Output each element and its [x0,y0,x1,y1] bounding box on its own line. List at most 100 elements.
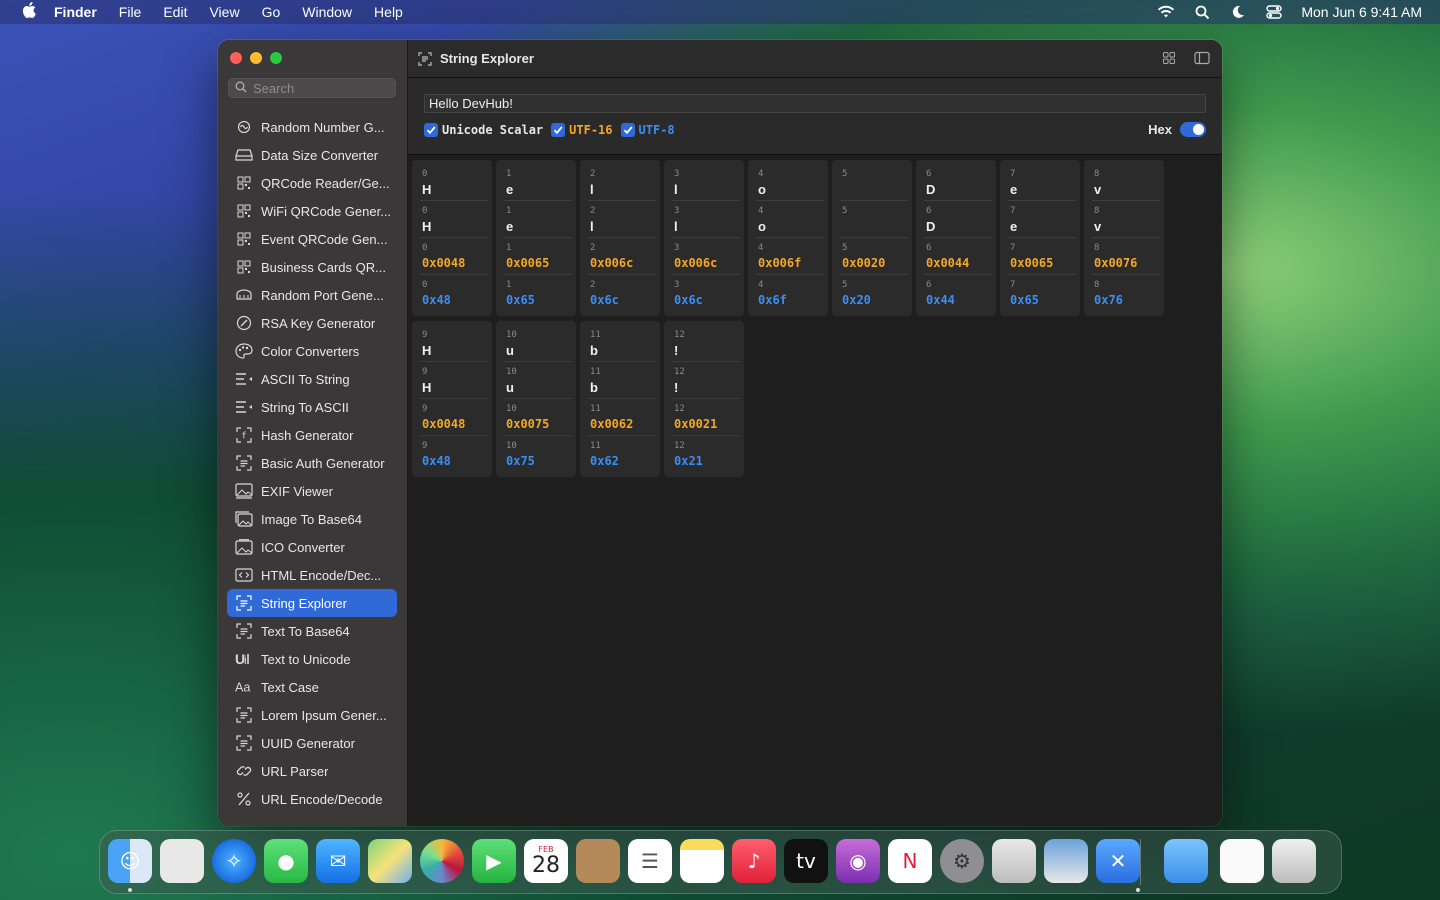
contacts-icon[interactable] [576,839,620,883]
grid-view-icon[interactable] [1162,51,1176,70]
sidebar-item[interactable]: f Hash Generator [227,421,397,449]
row-divider [420,274,488,275]
reminders-icon[interactable]: ☰ [628,839,672,883]
settings-icon[interactable]: ⚙ [940,839,984,883]
menu-app-name[interactable]: Finder [54,4,97,20]
qrcode-icon [235,258,253,276]
sidebar-item[interactable]: Event QRCode Gen... [227,225,397,253]
string-input[interactable] [424,94,1206,113]
zoom-window-button[interactable] [270,52,282,64]
messages-icon[interactable]: ● [264,839,308,883]
notes-icon[interactable] [680,839,724,883]
tv-icon[interactable]: tv [784,839,828,883]
menu-window[interactable]: Window [302,4,352,20]
sidebar-item[interactable]: Business Cards QR... [227,253,397,281]
menu-go[interactable]: Go [262,4,281,20]
char-value: 0x0044 [926,256,970,270]
sidebar-item[interactable]: WiFi QRCode Gener... [227,197,397,225]
hex-toggle[interactable]: Hex [1148,122,1206,137]
char-index: 12 [674,367,685,377]
sidebar-item[interactable]: Image To Base64 [227,505,397,533]
row-divider [672,398,740,399]
unicode-scalar-checkbox[interactable] [424,123,438,137]
char-card: 0 H 0 H 0 0x0048 0 0x48 [412,160,492,316]
spotlight-search-icon[interactable] [1193,4,1211,20]
char-index: 2 [590,206,596,216]
sidebar-item[interactable]: Lorem Ipsum Gener... [227,701,397,729]
wifi-icon[interactable] [1157,4,1175,20]
menu-edit[interactable]: Edit [163,4,187,20]
char-row-u16: 5 [838,203,908,240]
sidebar-item[interactable]: UUID Generator [227,729,397,757]
row-divider [504,200,572,201]
char-value: 0x0075 [506,417,550,431]
menu-file[interactable]: File [119,4,142,20]
char-index: 7 [1010,243,1016,253]
sidebar-item[interactable]: ICO Converter [227,533,397,561]
sidebar-item-label: Business Cards QR... [261,259,386,275]
char-value: 0x0048 [422,417,466,431]
script-editor-icon[interactable] [992,839,1036,883]
text-viewfinder-icon [235,622,253,640]
focus-moon-icon[interactable] [1229,4,1247,20]
document-icon[interactable] [1220,839,1264,883]
sidebar-item[interactable]: URL Encode/Decode [227,785,397,813]
devhub-icon[interactable]: ✕ [1096,839,1140,883]
char-value: 0x006f [758,256,802,270]
sidebar-item[interactable]: RSA Key Generator [227,309,397,337]
finder-icon[interactable]: ☺ [108,839,152,883]
svg-text:f: f [241,432,246,442]
char-index: 0 [422,169,428,179]
preview-icon[interactable] [1044,839,1088,883]
safari-icon[interactable]: ✧ [212,839,256,883]
sidebar-item[interactable]: Random Port Gene... [227,281,397,309]
sidebar-item[interactable]: Ui Text to Unicode [227,645,397,673]
trash-icon[interactable] [1272,839,1316,883]
podcasts-icon[interactable]: ◉ [836,839,880,883]
char-card: 11 b 11 b 11 0x0062 11 0x62 [580,321,660,477]
menu-help[interactable]: Help [374,4,403,20]
apple-menu-icon[interactable] [18,1,40,23]
utf16-option[interactable]: UTF-16 [551,123,613,137]
sidebar-item[interactable]: Text To Base64 [227,617,397,645]
menubar-clock[interactable]: Mon Jun 6 9:41 AM [1301,4,1422,20]
search-input[interactable] [253,80,393,96]
close-window-button[interactable] [230,52,242,64]
utf16-checkbox[interactable] [551,123,566,137]
sidebar-item[interactable]: Data Size Converter [227,141,397,169]
sidebar-item[interactable]: Color Converters [227,337,397,365]
maps-icon[interactable] [368,839,412,883]
char-value: 0x65 [1010,293,1039,307]
sidebar-item[interactable]: ASCII To String [227,365,397,393]
sidebar-item[interactable]: URL Parser [227,757,397,785]
menu-view[interactable]: View [209,4,239,20]
char-index: 10 [506,367,517,377]
launchpad-icon[interactable] [160,839,204,883]
unicode-scalar-option[interactable]: Unicode Scalar [424,123,543,137]
control-center-icon[interactable] [1265,4,1283,20]
music-icon[interactable]: ♪ [732,839,776,883]
sidebar-item[interactable]: String Explorer [227,589,397,617]
calendar-icon[interactable]: FEB 28 [524,839,568,883]
utf8-checkbox[interactable] [620,123,635,137]
sidebar-item[interactable]: EXIF Viewer [227,477,397,505]
sidebar-toggle-icon[interactable] [1194,51,1210,70]
facetime-icon[interactable]: ▶ [472,839,516,883]
sidebar-item[interactable]: HTML Encode/Dec... [227,561,397,589]
mail-icon[interactable]: ✉ [316,839,360,883]
sidebar-item[interactable]: QRCode Reader/Ge... [227,169,397,197]
sidebar-item[interactable]: Basic Auth Generator [227,449,397,477]
minimize-window-button[interactable] [250,52,262,64]
news-icon[interactable]: N [888,839,932,883]
sidebar-item[interactable]: Aa Text Case [227,673,397,701]
char-value: l [590,182,594,197]
char-index: 1 [506,206,512,216]
sidebar-item[interactable]: Random Number G... [227,113,397,141]
utf8-option[interactable]: UTF-8 [620,123,675,137]
hex-switch[interactable] [1180,122,1206,137]
photos-icon[interactable] [420,839,464,883]
folder-icon[interactable] [1164,839,1208,883]
row-divider [924,274,992,275]
sidebar-search[interactable] [228,78,396,98]
sidebar-item[interactable]: String To ASCII [227,393,397,421]
